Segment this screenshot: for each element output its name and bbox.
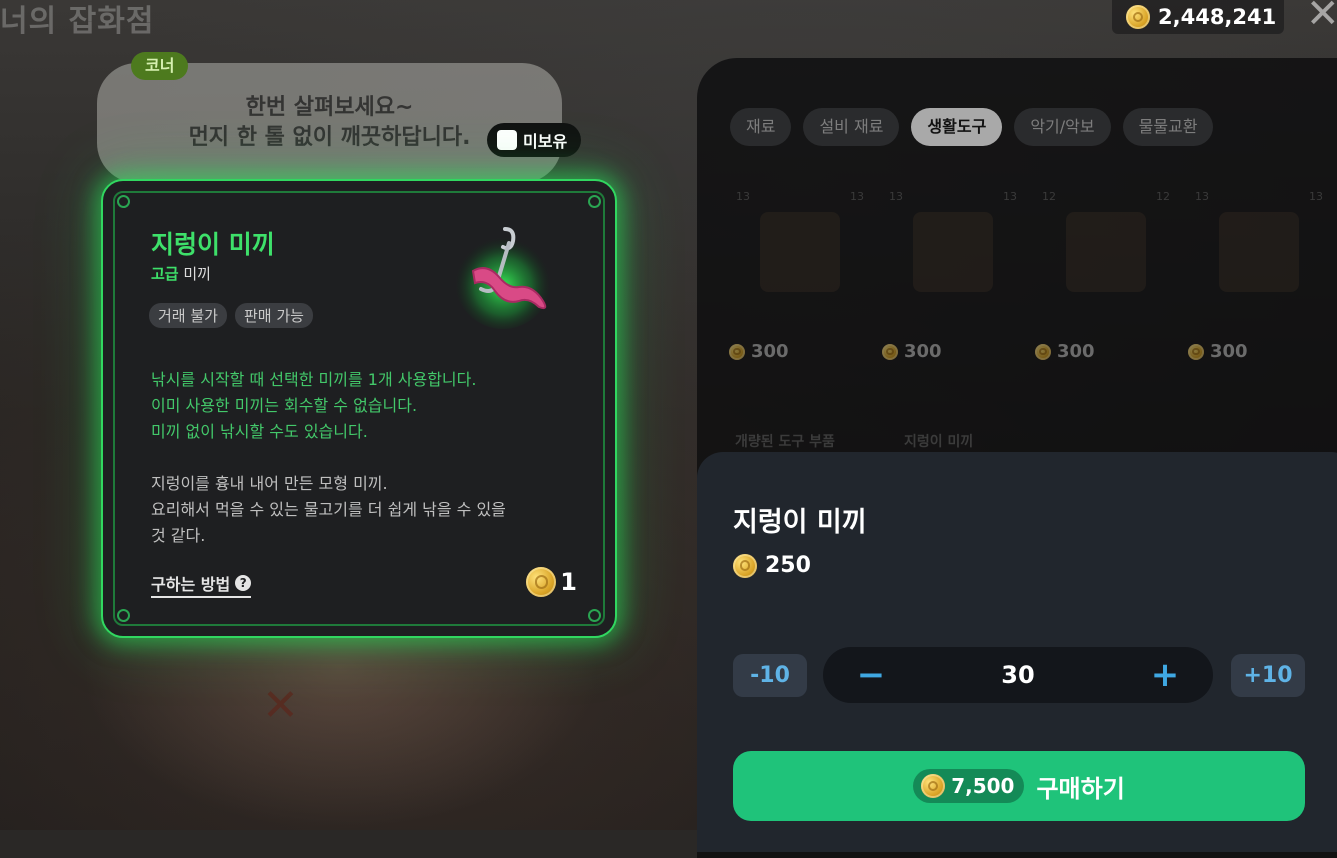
item-owned-count: 1 [526, 567, 577, 597]
worm-bait-icon [455, 227, 551, 329]
npc-name-tag: 코너 [131, 52, 189, 80]
item-description: 지렁이를 흉내 내어 만든 모형 미끼. 요리해서 먹을 수 있는 물고기를 더… [151, 471, 571, 549]
shop-item-slot[interactable]: 13 13 [883, 182, 1023, 332]
frame-corner-ornament [117, 609, 130, 622]
frame-corner-ornament [588, 195, 601, 208]
npc-speech-bubble: 한번 살펴보세요~ 먼지 한 톨 없이 깨끗하답니다. [97, 63, 562, 183]
gold-coin-icon [1035, 343, 1051, 360]
slot-price: 300 [1188, 341, 1248, 362]
pickaxe-icon [913, 212, 993, 292]
purchase-item-name: 지렁이 미끼 [733, 507, 867, 538]
buy-button-label: 구매하기 [1036, 774, 1125, 803]
gold-coin-icon [1126, 5, 1150, 29]
tab-barter[interactable]: 물물교환 [1122, 108, 1214, 146]
item-description-line: 요리해서 먹을 수 있는 물고기를 더 쉽게 낚을 수 있을 [151, 500, 506, 519]
gold-coin-icon [921, 774, 946, 798]
item-tag: 거래 불가 [149, 303, 227, 328]
shop-item-label: 지렁이 미끼 [904, 434, 974, 450]
gold-coin-icon [1188, 343, 1204, 360]
bug-net-icon [1066, 212, 1146, 292]
item-name: 지렁이 미끼 [151, 230, 275, 259]
frame-corner-ornament [588, 609, 601, 622]
item-detail-card: 지렁이 미끼 고급 미끼 거래 불가 판매 가능 낚시를 시작할 때 선택한 미… [101, 179, 617, 638]
tab-instruments[interactable]: 악기/악보 [1014, 108, 1111, 146]
fishing-rod-icon [1219, 212, 1299, 292]
slot-count: 13 [1003, 190, 1017, 203]
gold-coin-icon [733, 553, 757, 578]
background-x-mark: ✕ [262, 680, 299, 731]
quantity-stepper: − 30 + [823, 647, 1213, 703]
slot-price-value: 300 [1210, 341, 1248, 362]
ownership-status-label: 미보유 [523, 132, 568, 151]
decrease-10-button[interactable]: -10 [733, 654, 807, 697]
slot-price-value: 300 [1057, 341, 1095, 362]
slot-level: 12 [1042, 190, 1056, 203]
close-button[interactable]: ✕ [1306, 0, 1337, 34]
item-effect-line: 낚시를 시작할 때 선택한 미끼를 1개 사용합니다. [151, 370, 477, 389]
how-to-obtain-label: 구하는 방법 [151, 575, 231, 594]
slot-level: 13 [736, 190, 750, 203]
item-grade: 고급 미끼 [151, 263, 211, 284]
item-grade-level: 고급 [151, 265, 179, 283]
question-icon: ? [235, 575, 252, 591]
how-to-obtain-link[interactable]: 구하는 방법 ? [151, 571, 252, 598]
slot-price: 300 [1035, 341, 1095, 362]
buy-button[interactable]: 7,500 구매하기 [733, 751, 1305, 821]
shop-item-label: 개량된 도구 부품 [735, 434, 835, 450]
cube-icon [497, 130, 517, 150]
item-tag: 판매 가능 [234, 303, 313, 328]
purchase-unit-price-value: 250 [765, 553, 811, 578]
shop-title: 너의 잡화점 [0, 4, 155, 39]
slot-level: 13 [1195, 190, 1209, 203]
slot-level: 13 [889, 190, 903, 203]
item-description-line: 지렁이를 흉내 내어 만든 모형 미끼. [151, 474, 388, 493]
tab-life-tools[interactable]: 생활도구 [911, 108, 1003, 146]
npc-speech-line-1: 한번 살펴보세요~ [245, 95, 414, 120]
gold-coin-icon [882, 343, 898, 360]
slot-price: 300 [882, 341, 942, 362]
total-price-value: 7,500 [951, 774, 1015, 798]
currency-value: 2,448,241 [1158, 5, 1277, 29]
item-owned-count-value: 1 [560, 568, 577, 596]
gold-coin-icon [729, 343, 745, 360]
slot-count: 12 [1156, 190, 1170, 203]
frame-corner-ornament [117, 195, 130, 208]
slot-price: 300 [729, 341, 789, 362]
plus-button[interactable]: + [1143, 653, 1187, 697]
slot-price-value: 300 [751, 341, 789, 362]
total-price-badge: 7,500 [913, 769, 1025, 803]
shop-item-slot[interactable]: 13 13 [730, 182, 870, 332]
item-effect-line: 미끼 없이 낚시할 수도 있습니다. [151, 422, 368, 441]
currency-display: 2,448,241 [1112, 0, 1284, 34]
sickle-icon [760, 212, 840, 292]
item-tags: 거래 불가 판매 가능 [149, 303, 313, 328]
tab-materials[interactable]: 재료 [730, 108, 792, 146]
item-description-line: 것 같다. [151, 526, 206, 545]
slot-count: 13 [1309, 190, 1323, 203]
slot-count: 13 [850, 190, 864, 203]
shop-item-slot[interactable]: 13 13 [1189, 182, 1329, 332]
gold-coin-icon [526, 567, 557, 597]
shop-item-slot[interactable]: 12 12 [1036, 182, 1176, 332]
item-effect-text: 낚시를 시작할 때 선택한 미끼를 1개 사용합니다. 이미 사용한 미끼는 회… [151, 367, 591, 445]
ownership-status-badge: 미보유 [487, 123, 582, 157]
purchase-unit-price: 250 [733, 553, 811, 578]
slot-price-value: 300 [904, 341, 942, 362]
increase-10-button[interactable]: +10 [1231, 654, 1305, 697]
tab-facility-materials[interactable]: 설비 재료 [803, 108, 900, 146]
item-effect-line: 이미 사용한 미끼는 회수할 수 없습니다. [151, 396, 418, 415]
item-grade-type: 미끼 [178, 265, 211, 283]
category-tabs: 재료 설비 재료 생활도구 악기/악보 물물교환 [730, 108, 1214, 146]
